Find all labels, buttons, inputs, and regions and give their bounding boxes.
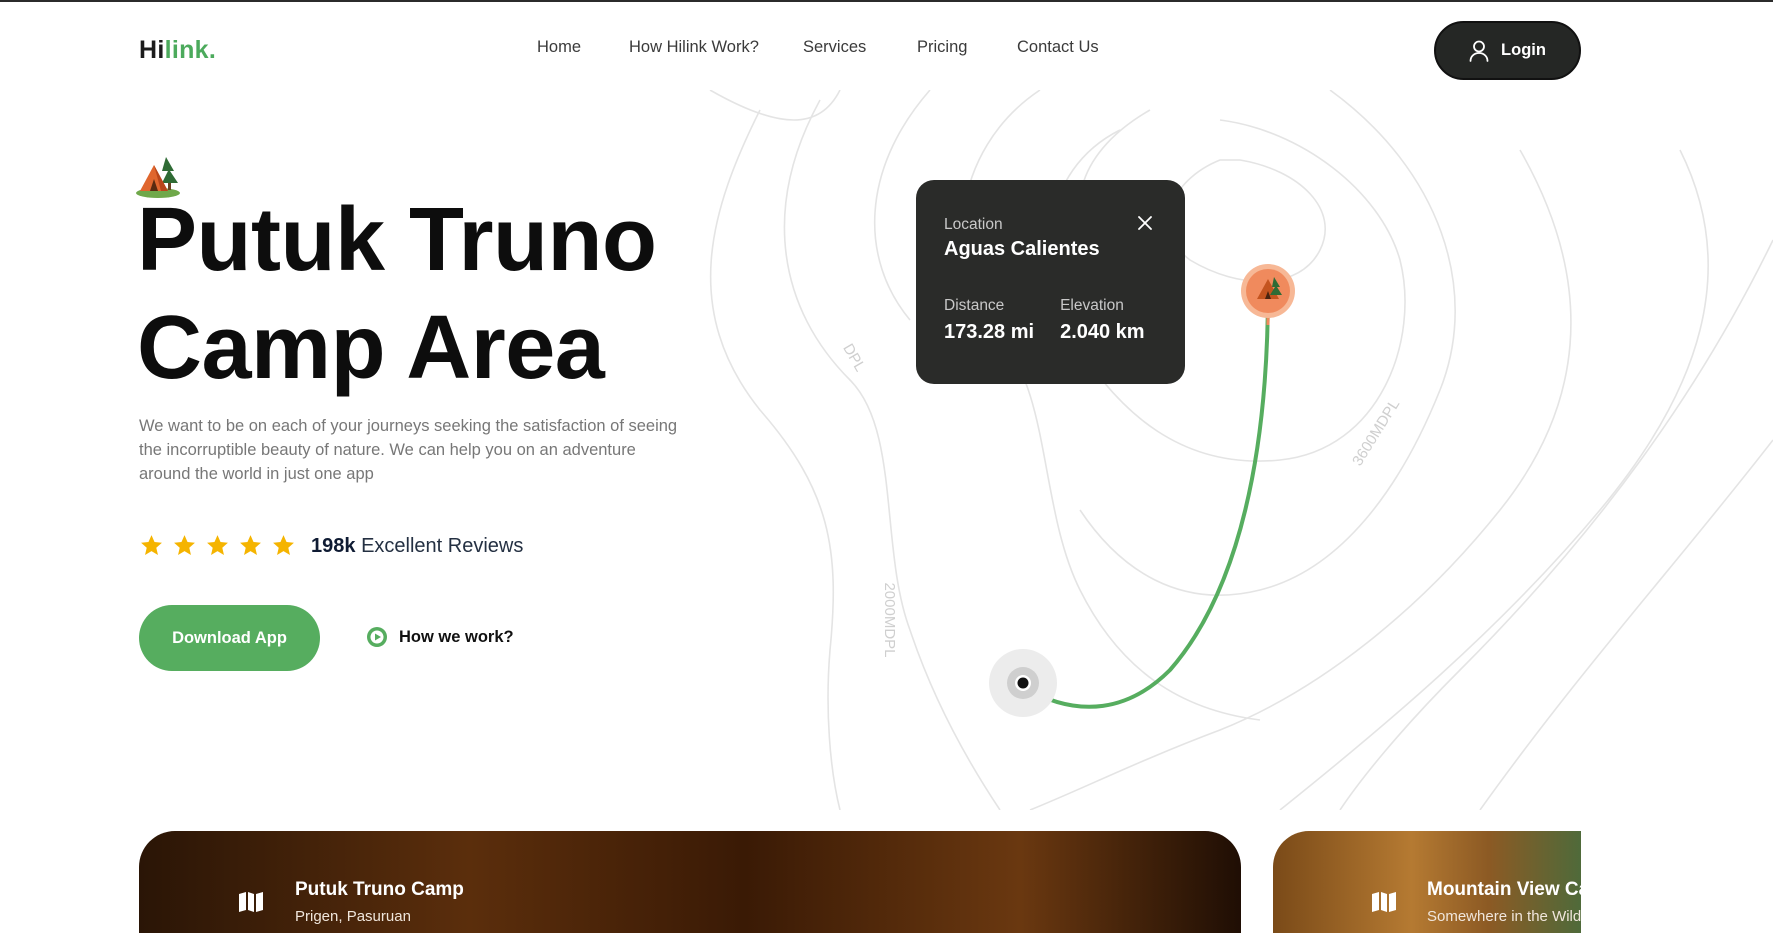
user-icon xyxy=(1469,40,1489,62)
nav-services[interactable]: Services xyxy=(803,38,917,57)
location-label: Location xyxy=(944,216,1003,233)
camp-card[interactable]: Putuk Truno Camp Prigen, Pasuruan xyxy=(139,831,1241,933)
logo-text-dark: Hi xyxy=(139,36,165,64)
location-name: Aguas Calientes xyxy=(944,238,1100,260)
login-button[interactable]: Login xyxy=(1434,21,1581,80)
card-title: Mountain View Camp xyxy=(1427,879,1581,900)
distance-value: 173.28 mi xyxy=(944,321,1035,343)
review-count: 198k xyxy=(311,535,356,557)
elevation-stat: Elevation 2.040 km xyxy=(1060,297,1145,344)
contour-label-2000: 2000MDPL xyxy=(881,582,898,657)
star-icon xyxy=(240,535,261,555)
reviews-summary: 198k Excellent Reviews xyxy=(311,535,523,558)
map-icon xyxy=(1372,892,1396,912)
distance-stat: Distance 173.28 mi xyxy=(944,297,1034,344)
card-subtitle: Somewhere in the Wilderness xyxy=(1427,908,1581,925)
nav-pricing[interactable]: Pricing xyxy=(917,38,1017,57)
play-icon xyxy=(367,627,387,647)
hero-title-line2: Camp Area xyxy=(137,298,605,398)
nav-how-hilink-work[interactable]: How Hilink Work? xyxy=(629,38,803,57)
top-border xyxy=(0,0,1773,2)
star-icon xyxy=(273,535,294,555)
hero-description: We want to be on each of your journeys s… xyxy=(139,417,678,483)
topographic-map: 2000MDPL 3600MDPL DPL xyxy=(709,90,1773,810)
download-app-button[interactable]: Download App xyxy=(139,605,320,671)
distance-label: Distance xyxy=(944,297,1005,314)
logo-text-accent: link. xyxy=(164,36,217,64)
contour-label-partial: DPL xyxy=(839,341,868,375)
star-icon xyxy=(207,535,228,555)
logo[interactable]: Hilink. xyxy=(139,36,216,65)
how-we-work-button[interactable]: How we work? xyxy=(367,627,514,647)
star-icon xyxy=(141,535,162,555)
nav-contact-us[interactable]: Contact Us xyxy=(1017,38,1099,57)
hero-title-line1: Putuk Truno xyxy=(137,190,657,290)
elevation-value: 2.040 km xyxy=(1060,321,1145,343)
rating-stars xyxy=(139,533,296,558)
nav-home[interactable]: Home xyxy=(537,38,629,57)
card-subtitle: Prigen, Pasuruan xyxy=(295,908,411,925)
close-icon[interactable] xyxy=(1136,214,1154,232)
contour-label-3600: 3600MDPL xyxy=(1349,396,1403,469)
card-title: Putuk Truno Camp xyxy=(295,879,464,900)
location-stats: Distance 173.28 mi Elevation 2.040 km xyxy=(944,297,1157,344)
map-icon xyxy=(239,892,263,912)
star-icon xyxy=(174,535,195,555)
review-label: Excellent Reviews xyxy=(361,535,524,557)
origin-marker[interactable] xyxy=(989,649,1057,717)
camp-card[interactable]: Mountain View Camp Somewhere in the Wild… xyxy=(1273,831,1581,933)
elevation-label: Elevation xyxy=(1060,297,1124,314)
main-nav: Home How Hilink Work? Services Pricing C… xyxy=(537,38,1099,57)
location-card: Location Aguas Calientes Distance 173.28… xyxy=(916,180,1185,384)
how-we-work-label: How we work? xyxy=(399,627,514,646)
destination-pin[interactable] xyxy=(1240,263,1296,325)
login-label: Login xyxy=(1501,41,1546,59)
